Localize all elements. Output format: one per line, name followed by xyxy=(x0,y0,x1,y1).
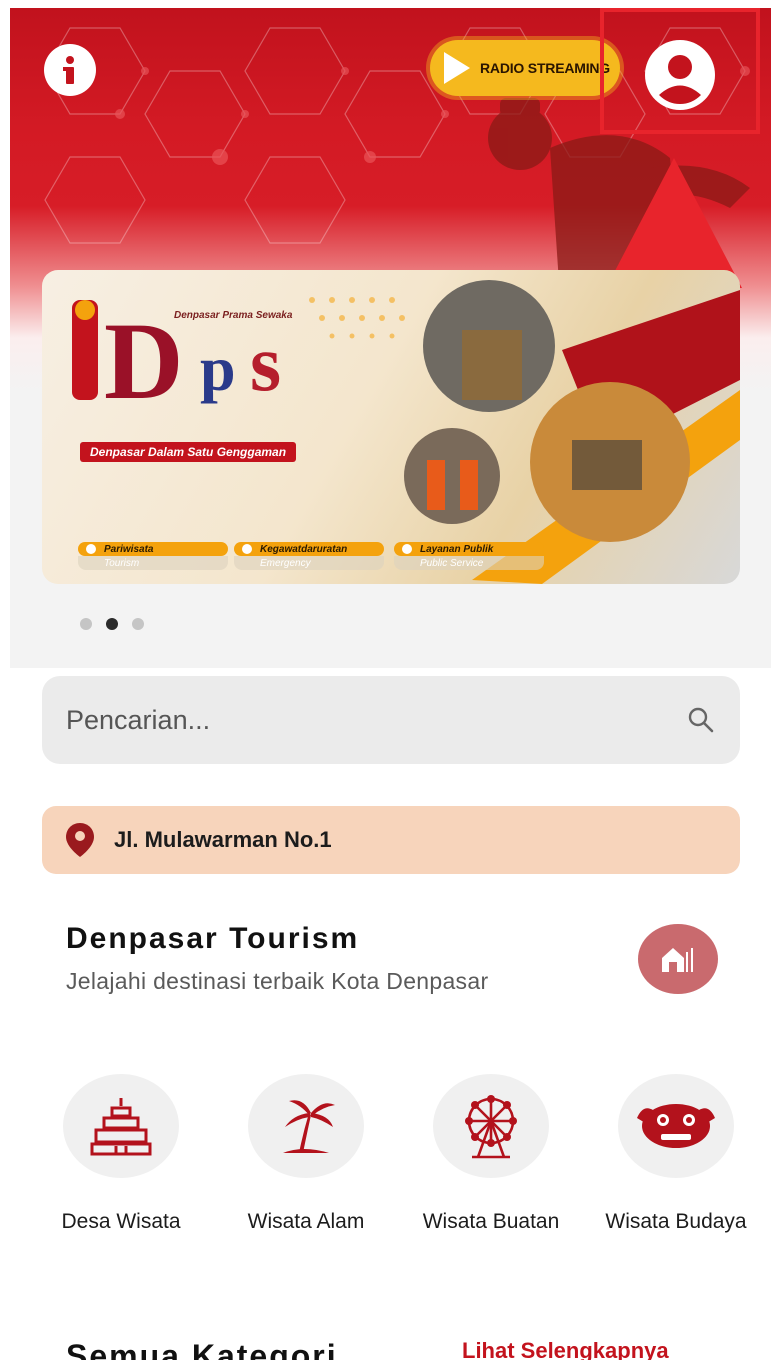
pill-tourism: Pariwisata Tourism xyxy=(78,542,228,570)
radio-streaming-label: RADIO STREAMING xyxy=(480,60,611,76)
location-pin-icon xyxy=(66,823,94,857)
category-label: Wisata Budaya xyxy=(605,1210,747,1233)
banner-tagline: Denpasar Dalam Satu Genggaman xyxy=(80,442,297,462)
search-icon[interactable] xyxy=(686,705,716,735)
banner-artwork: D p s xyxy=(72,280,740,584)
svg-text:D: D xyxy=(104,300,183,422)
category-label: Wisata Buatan xyxy=(422,1210,560,1233)
info-icon xyxy=(63,56,74,84)
location-address: Jl. Mulawarman No.1 xyxy=(114,827,332,852)
promo-banner[interactable]: D p s Denpasar Prama Sewaka Denpasar Dal… xyxy=(42,270,740,584)
all-categories-title: Semua Kategori xyxy=(66,1338,338,1360)
radio-streaming-button[interactable]: RADIO STREAMING xyxy=(430,40,620,96)
pill-public-service: Layanan Publik Public Service xyxy=(394,542,544,570)
search-bar[interactable]: Pencarian... xyxy=(42,676,740,764)
category-label: Wisata Alam xyxy=(247,1210,365,1233)
ferris-wheel-icon xyxy=(465,1095,517,1159)
category-label: Desa Wisata xyxy=(61,1210,181,1233)
carousel-indicator xyxy=(80,618,144,630)
temple-icon xyxy=(90,1098,152,1156)
home-button[interactable] xyxy=(638,924,718,994)
play-icon xyxy=(444,52,470,84)
highlight-box xyxy=(600,8,760,134)
carousel-dot[interactable] xyxy=(132,618,144,630)
category-wisata-budaya[interactable]: Wisata Budaya xyxy=(591,1074,761,1234)
svg-text:s: s xyxy=(250,320,281,408)
category-wisata-alam[interactable]: Wisata Alam xyxy=(221,1074,391,1234)
category-wisata-buatan[interactable]: Wisata Buatan xyxy=(406,1074,576,1234)
carousel-dot-active[interactable] xyxy=(106,618,118,630)
section-title: Denpasar Tourism xyxy=(66,922,360,955)
palm-tree-icon xyxy=(283,1100,335,1153)
category-desa-wisata[interactable]: Desa Wisata xyxy=(36,1074,206,1234)
pill-emergency: Kegawatdaruratan Emergency xyxy=(234,542,384,570)
info-button[interactable] xyxy=(44,44,96,96)
home-icon xyxy=(662,948,693,972)
banner-brand-small: Denpasar Prama Sewaka xyxy=(174,310,293,321)
location-bar[interactable]: Jl. Mulawarman No.1 xyxy=(42,806,740,874)
section-subtitle: Jelajahi destinasi terbaik Kota Denpasar xyxy=(66,968,489,994)
barong-mask-icon xyxy=(637,1104,715,1148)
carousel-dot[interactable] xyxy=(80,618,92,630)
svg-text:p: p xyxy=(200,333,236,404)
see-more-link[interactable]: Lihat Selengkapnya xyxy=(462,1338,669,1360)
search-input[interactable]: Pencarian... xyxy=(66,705,686,736)
